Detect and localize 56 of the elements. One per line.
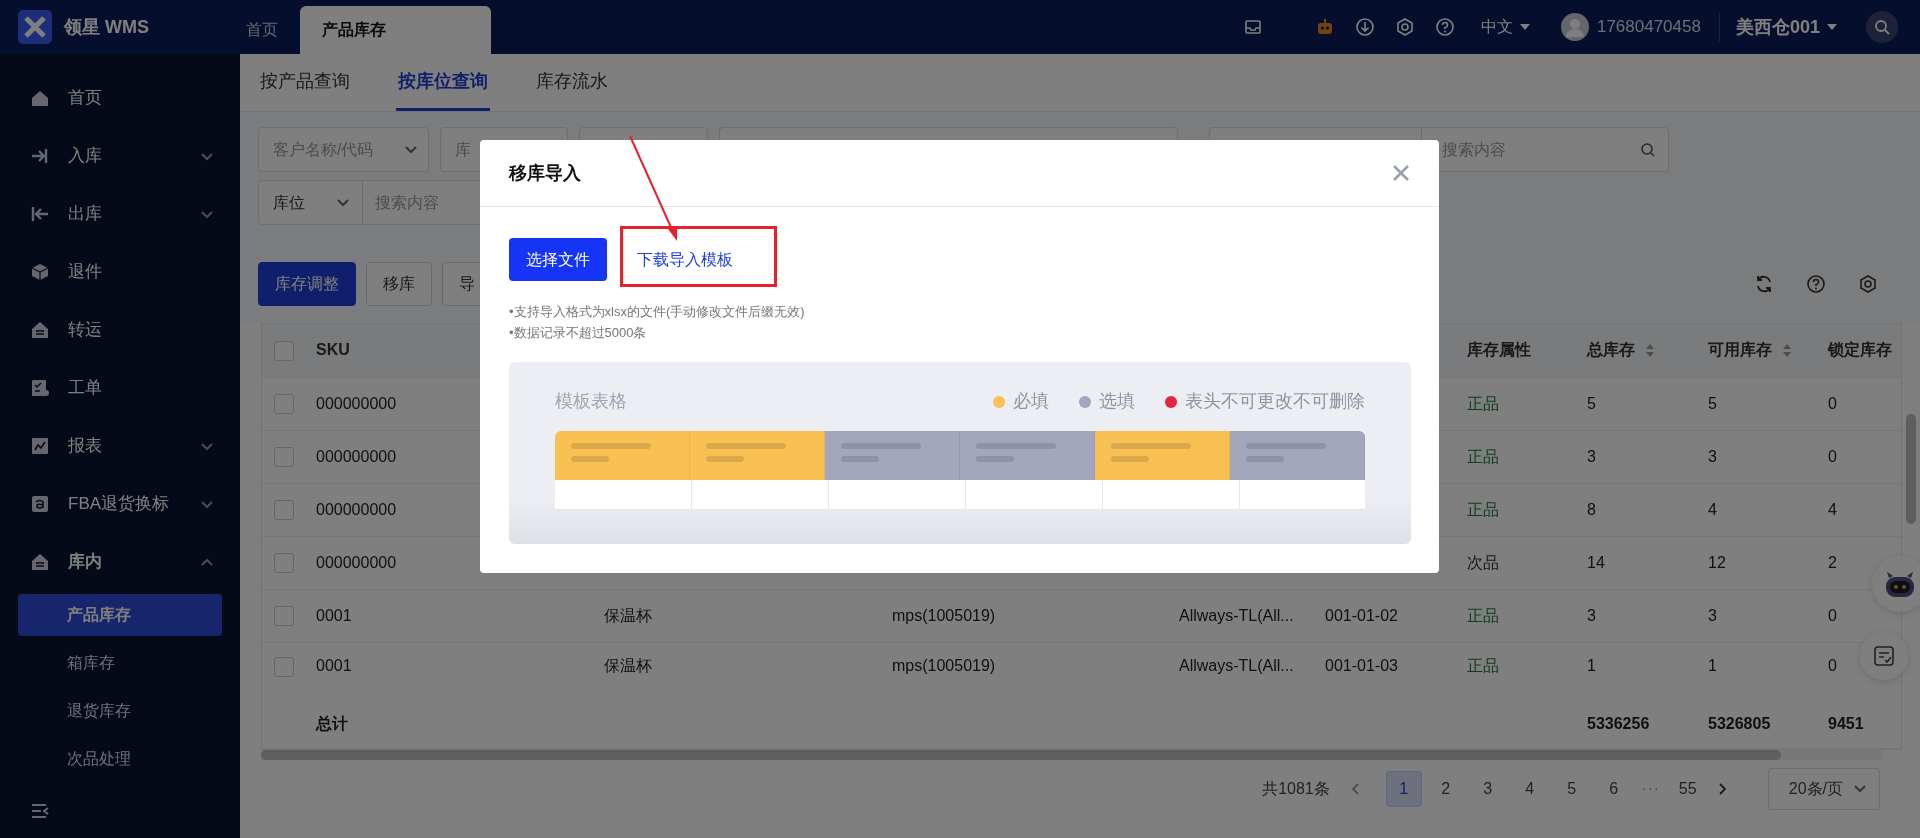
legend-label: 表头不可更改不可删除	[1185, 390, 1365, 413]
legend-label: 选填	[1099, 390, 1135, 413]
import-note: •数据记录不超过5000条	[508, 324, 648, 342]
table-cell: 3	[1708, 606, 1717, 624]
attribute-label: 正品	[1467, 606, 1499, 624]
table-cell: 0001	[316, 656, 352, 674]
table-cell: 1	[1708, 656, 1717, 674]
total-value: 5336256	[1587, 715, 1650, 733]
table-cell: 0001	[316, 606, 352, 624]
attribute-label: 正品	[1467, 500, 1499, 518]
legend-label: 必填	[1013, 390, 1049, 413]
import-note: •支持导入格式为xlsx的文件(手动修改文件后缀无效)	[508, 303, 806, 321]
table-cell: 12	[1708, 553, 1726, 571]
table-cell: 000000000	[316, 500, 397, 518]
table-cell: 1	[1587, 656, 1596, 674]
total-value: 9451	[1828, 715, 1864, 733]
table-cell: 保温杯	[604, 656, 652, 674]
table-cell: 4	[1828, 500, 1837, 518]
attribute-label: 正品	[1467, 447, 1499, 465]
page-summary: 共1081条	[1262, 778, 1330, 799]
table-cell: 0	[1828, 447, 1837, 465]
attribute-label: 次品	[1467, 553, 1499, 571]
table-cell: 3	[1587, 447, 1596, 465]
table-cell: 4	[1708, 500, 1717, 518]
column-header: 总库存	[1587, 340, 1635, 361]
table-cell: mps(1005019)	[892, 606, 996, 624]
column-header: 锁定库存	[1828, 340, 1892, 361]
table-cell: 3	[1587, 606, 1596, 624]
table-cell: 3	[1708, 447, 1717, 465]
table-cell: 001-01-02	[1325, 606, 1398, 624]
logo-text: 领星 WMS	[64, 15, 150, 39]
table-cell: Allways-TL(All...	[1179, 606, 1294, 624]
table-cell: 0	[1828, 394, 1837, 412]
table-cell: 保温杯	[604, 606, 652, 624]
column-header: 库存属性	[1467, 340, 1531, 361]
table-cell: 000000000	[316, 447, 397, 465]
table-cell: 8	[1587, 500, 1596, 518]
table-cell: 14	[1587, 553, 1605, 571]
column-header: 可用库存	[1708, 340, 1772, 361]
table-cell: 5	[1587, 394, 1596, 412]
template-title: 模板表格	[555, 390, 627, 413]
username: 17680470458	[1596, 16, 1701, 39]
table-cell: 5	[1708, 394, 1717, 412]
table-cell: mps(1005019)	[892, 656, 996, 674]
table-cell: 000000000	[316, 394, 397, 412]
total-label: 总计	[316, 715, 348, 733]
table-cell: 000000000	[316, 553, 397, 571]
table-cell: Allways-TL(All...	[1179, 656, 1294, 674]
table-cell: 2	[1828, 553, 1837, 571]
table-cell: 0	[1828, 606, 1837, 624]
attribute-label: 正品	[1467, 394, 1499, 412]
attribute-label: 正品	[1467, 656, 1499, 674]
table-cell: 0	[1828, 656, 1837, 674]
table-cell: 001-01-03	[1325, 656, 1398, 674]
total-value: 5326805	[1708, 715, 1771, 733]
column-header: SKU	[316, 340, 350, 361]
